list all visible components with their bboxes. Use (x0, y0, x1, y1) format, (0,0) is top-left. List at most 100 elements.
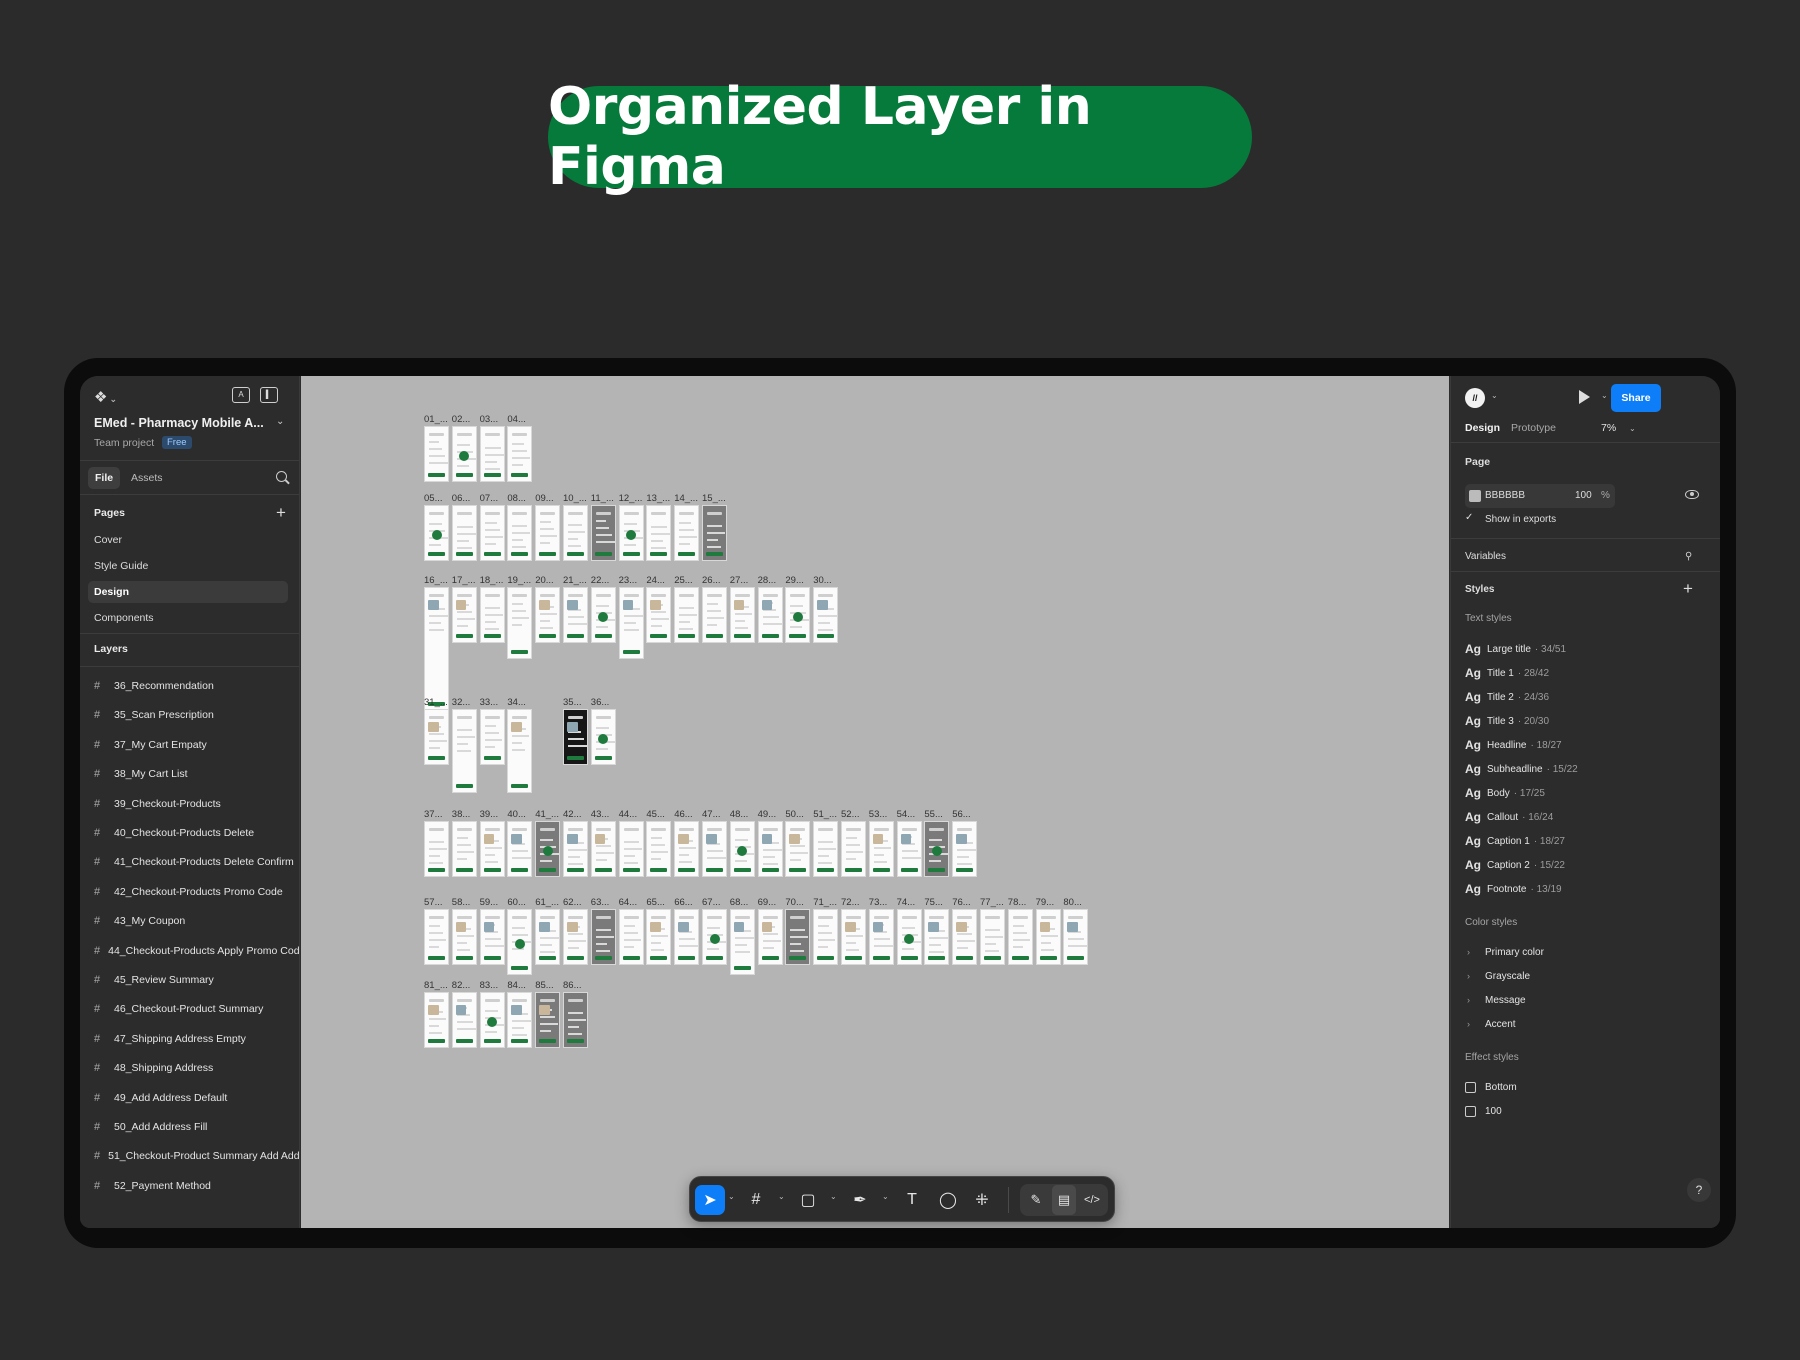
chevron-down-icon[interactable]: ⌄ (1491, 391, 1498, 400)
frame-thumbnail[interactable] (785, 587, 811, 643)
frame-thumbnail[interactable] (841, 909, 866, 965)
layer-item[interactable]: #37_My Cart Empaty (94, 735, 299, 755)
layer-item[interactable]: #51_Checkout-Product Summary Add Address (94, 1146, 299, 1166)
text-style-item[interactable]: Ag Title 1 · 28/42 (1465, 664, 1549, 682)
present-icon[interactable] (1579, 390, 1590, 404)
text-style-item[interactable]: Ag Headline · 18/27 (1465, 736, 1562, 754)
page-item-style-guide[interactable]: Style Guide (88, 555, 288, 577)
frame-thumbnail[interactable] (868, 821, 894, 877)
frame-thumbnail[interactable] (563, 909, 588, 965)
tab-prototype[interactable]: Prototype (1511, 422, 1556, 434)
chevron-right-icon[interactable]: › (1467, 947, 1485, 957)
layer-item[interactable]: #52_Payment Method (94, 1176, 299, 1196)
layer-item[interactable]: #39_Checkout-Products (94, 794, 299, 814)
frame-thumbnail[interactable] (896, 821, 922, 877)
frame-thumbnail[interactable] (896, 909, 922, 965)
frame-thumbnail[interactable] (424, 426, 449, 482)
text-style-item[interactable]: Ag Title 3 · 20/30 (1465, 712, 1549, 730)
color-style-group[interactable]: › Grayscale (1467, 967, 1530, 985)
page-color-swatch[interactable] (1469, 490, 1481, 502)
frame-thumbnail[interactable] (841, 821, 866, 877)
add-page-icon[interactable]: + (276, 504, 286, 521)
frame-thumbnail[interactable] (563, 992, 588, 1048)
text-style-item[interactable]: Ag Caption 2 · 15/22 (1465, 856, 1565, 874)
frame-thumbnail[interactable] (729, 821, 755, 877)
frame-thumbnail[interactable] (451, 709, 477, 793)
color-style-group[interactable]: › Message (1467, 991, 1526, 1009)
comment-tool-icon[interactable]: ◯ (936, 1185, 960, 1215)
text-style-item[interactable]: Ag Callout · 16/24 (1465, 808, 1553, 826)
share-button[interactable]: Share (1611, 384, 1661, 412)
chevron-down-icon[interactable]: ⌄ (882, 1192, 889, 1201)
layer-item[interactable]: #50_Add Address Fill (94, 1117, 299, 1137)
color-style-group[interactable]: › Accent (1467, 1015, 1516, 1033)
chevron-down-icon[interactable]: ⌄ (276, 416, 284, 427)
frame-thumbnail[interactable] (618, 587, 644, 659)
frame-thumbnail[interactable] (785, 909, 811, 965)
frame-thumbnail[interactable] (1063, 909, 1089, 965)
move-tool-icon[interactable]: ➤ (695, 1185, 725, 1215)
frame-thumbnail[interactable] (507, 587, 533, 659)
color-style-group[interactable]: › Primary color (1467, 943, 1544, 961)
frame-thumbnail[interactable] (563, 587, 588, 643)
frame-thumbnail[interactable] (924, 821, 950, 877)
frame-thumbnail[interactable] (507, 709, 533, 793)
frame-thumbnail[interactable] (813, 909, 839, 965)
layer-item[interactable]: #42_Checkout-Products Promo Code (94, 882, 299, 902)
frame-thumbnail[interactable] (451, 505, 477, 561)
frame-thumbnail[interactable] (424, 821, 449, 877)
frame-thumbnail[interactable] (535, 992, 561, 1048)
frame-thumbnail[interactable] (646, 587, 672, 643)
variables-label[interactable]: Variables (1465, 551, 1506, 562)
page-opacity-value[interactable]: 100 (1575, 490, 1592, 501)
text-style-item[interactable]: Ag Large title · 34/51 (1465, 640, 1566, 658)
zoom-level[interactable]: 7% (1601, 422, 1616, 434)
show-in-exports-label[interactable]: Show in exports (1485, 514, 1556, 525)
chevron-down-icon[interactable]: ⌄ (778, 1192, 785, 1201)
frame-thumbnail[interactable] (702, 587, 727, 643)
chevron-right-icon[interactable]: › (1467, 1019, 1485, 1029)
frame-thumbnail[interactable] (507, 992, 533, 1048)
frame-thumbnail[interactable] (618, 909, 644, 965)
frame-thumbnail[interactable] (757, 821, 783, 877)
chevron-down-icon[interactable]: ⌄ (728, 1192, 735, 1201)
frame-thumbnail[interactable] (507, 505, 533, 561)
frame-thumbnail[interactable] (479, 821, 505, 877)
dev-mode-icon[interactable]: </> (1080, 1185, 1104, 1215)
frame-thumbnail[interactable] (1035, 909, 1061, 965)
design-mode-icon[interactable]: ▤ (1052, 1185, 1076, 1215)
frame-thumbnail[interactable] (451, 821, 477, 877)
frame-thumbnail[interactable] (479, 992, 505, 1048)
frame-thumbnail[interactable] (618, 821, 644, 877)
frame-thumbnail[interactable] (702, 909, 727, 965)
frame-thumbnail[interactable] (563, 821, 588, 877)
frame-thumbnail[interactable] (424, 992, 449, 1048)
frame-thumbnail[interactable] (646, 909, 672, 965)
frame-thumbnail[interactable] (1007, 909, 1033, 965)
layer-item[interactable]: #46_Checkout-Product Summary (94, 999, 299, 1019)
frame-thumbnail[interactable] (757, 587, 783, 643)
help-icon[interactable]: ? (1687, 1178, 1711, 1202)
frame-thumbnail[interactable] (479, 505, 505, 561)
ai-icon[interactable]: A (232, 387, 250, 403)
page-item-components[interactable]: Components (88, 607, 288, 629)
frame-thumbnail[interactable] (479, 909, 505, 965)
layer-item[interactable]: #47_Shipping Address Empty (94, 1029, 299, 1049)
frame-thumbnail[interactable] (507, 909, 533, 975)
text-style-item[interactable]: Ag Title 2 · 24/36 (1465, 688, 1549, 706)
frame-thumbnail[interactable] (590, 587, 616, 643)
frame-thumbnail[interactable] (924, 909, 950, 965)
frame-thumbnail[interactable] (702, 505, 727, 561)
tab-file[interactable]: File (88, 467, 121, 489)
tab-design[interactable]: Design (1465, 422, 1500, 434)
frame-thumbnail[interactable] (590, 709, 616, 765)
canvas[interactable]: 01_... 02... 03... 04... 05... 06... 07... 08..… (301, 376, 1449, 1228)
layer-item[interactable]: #41_Checkout-Products Delete Confirm (94, 852, 299, 872)
frame-thumbnail[interactable] (451, 426, 477, 482)
frame-thumbnail[interactable] (424, 709, 449, 765)
text-tool-icon[interactable]: T (900, 1185, 924, 1215)
frame-thumbnail[interactable] (980, 909, 1005, 965)
text-style-item[interactable]: Ag Footnote · 13/19 (1465, 880, 1562, 898)
tab-assets[interactable]: Assets (131, 467, 163, 489)
frame-thumbnail[interactable] (646, 505, 672, 561)
